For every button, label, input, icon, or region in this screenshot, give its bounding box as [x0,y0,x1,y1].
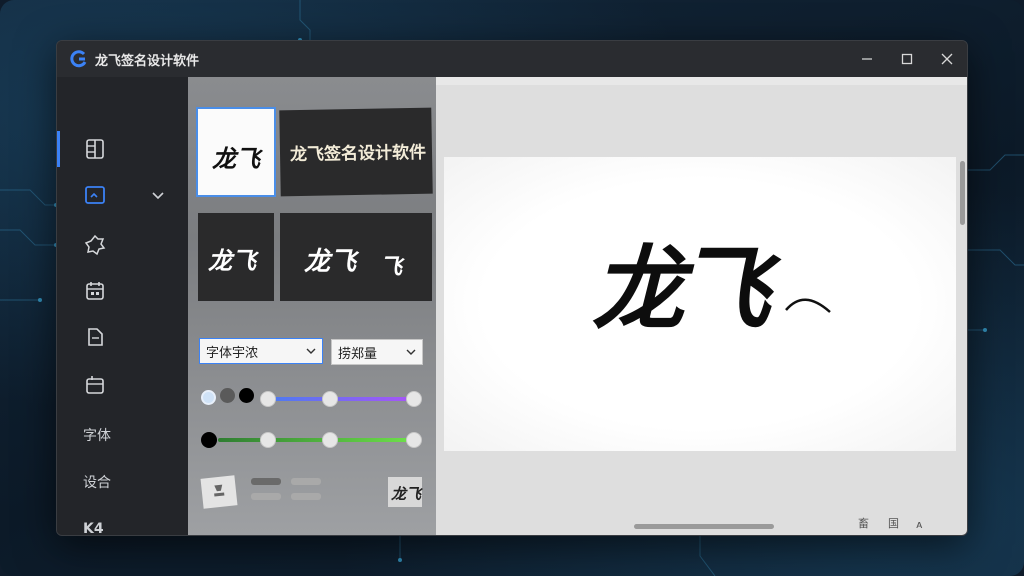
status-glyph-1[interactable]: 畜 [858,515,869,531]
template-thumb-text: 龙飞 [212,144,260,173]
color-swatch-light[interactable] [201,390,216,405]
line-style-hair[interactable] [291,493,321,500]
status-glyph-3[interactable]: ᴀ [916,518,923,531]
style-dropdown-value: 捞郑量 [338,346,378,362]
preview-thumb-text: 龙飞 [391,485,422,503]
sidebar-item-label: K4 [83,521,104,536]
app-title: 龙飞签名设计软件 [95,53,200,69]
thickness-slider-track[interactable] [218,438,412,442]
stamp-tool-button[interactable] [200,475,238,509]
chevron-down-icon[interactable] [151,188,165,202]
line-style-medium[interactable] [291,478,321,485]
canvas-signature-text: 龙飞 [592,235,770,343]
sidebar-item-font[interactable]: 字体 [57,413,188,457]
sidebar-item-label: 设合 [83,475,111,491]
sidebar: 字体 设合 K4 [57,77,188,535]
template-thumb-text: 龙飞 [208,246,256,275]
sidebar-item-image[interactable] [57,173,188,217]
color-slider-knob-2[interactable] [322,391,338,407]
sidebar-item-export[interactable]: K4 [57,507,188,536]
sidebar-item-board[interactable] [57,363,188,407]
font-dropdown-value: 字体宇浓 [206,345,259,361]
image-edit-icon [85,186,105,204]
template-thumb-text-2: 飞 [380,254,403,280]
title-bar: 龙飞签名设计软件 [57,41,967,77]
stroke-color-swatch[interactable] [201,432,217,448]
minimize-icon [862,58,872,60]
board-icon [86,376,104,394]
template-thumb-text: 龙飞 [304,247,357,277]
line-style-thick[interactable] [251,478,281,485]
document-icon [88,328,103,346]
chevron-down-icon [306,348,316,354]
font-dropdown[interactable]: 字体宇浓 [199,338,323,364]
app-window: 龙飞签名设计软件 字体 设合 K4 龙飞 龙飞签名设计软件 龙飞 龙飞 飞 字体… [56,40,968,536]
template-thumb-2[interactable]: 龙飞签名设计软件 [279,107,433,197]
layout-icon [86,139,104,159]
close-icon [941,53,953,65]
badge-icon [84,234,106,256]
sidebar-item-label: 字体 [83,428,111,444]
thickness-slider-knob-3[interactable] [406,432,422,448]
chevron-down-icon [406,349,416,355]
sidebar-item-settings[interactable]: 设合 [57,460,188,504]
color-swatch-black[interactable] [239,388,254,403]
maximize-button[interactable] [887,41,927,77]
signature-canvas[interactable]: 龙飞 [444,157,956,451]
thickness-slider-knob-2[interactable] [322,432,338,448]
status-glyph-2[interactable]: 国 [888,515,899,531]
template-thumb-1[interactable]: 龙飞 [196,107,276,197]
template-thumb-3[interactable]: 龙飞 [198,213,274,301]
minimize-button[interactable] [847,41,887,77]
sidebar-item-document[interactable] [57,315,188,359]
top-ruler [436,77,967,85]
app-logo-icon [70,50,87,68]
sidebar-item-badge[interactable] [57,223,188,267]
calendar-icon [86,282,104,300]
template-thumb-4[interactable]: 龙飞 飞 [280,213,432,301]
template-thumb-text: 龙飞签名设计软件 [289,142,427,166]
signature-flourish [785,298,831,313]
preview-thumb[interactable]: 龙飞 [388,477,422,507]
sidebar-item-calendar[interactable] [57,269,188,313]
horizontal-scroll-thumb[interactable] [634,524,774,529]
style-dropdown[interactable]: 捞郑量 [331,339,423,365]
color-slider-knob-1[interactable] [260,391,276,407]
template-panel: 龙飞 龙飞签名设计软件 龙飞 龙飞 飞 字体宇浓 捞郑量 龙飞 [188,77,436,535]
canvas-area: 龙飞 畜 国 ᴀ [436,77,967,535]
thickness-slider-knob-1[interactable] [260,432,276,448]
vertical-scrollbar[interactable] [960,157,965,397]
maximize-icon [901,53,913,65]
color-swatch-gray[interactable] [220,388,235,403]
color-slider-track[interactable] [266,397,412,401]
vertical-scroll-thumb[interactable] [960,161,965,225]
sidebar-item-layout[interactable] [57,127,188,171]
close-button[interactable] [927,41,967,77]
line-style-thin[interactable] [251,493,281,500]
stamp-icon [214,484,225,497]
color-slider-knob-3[interactable] [406,391,422,407]
